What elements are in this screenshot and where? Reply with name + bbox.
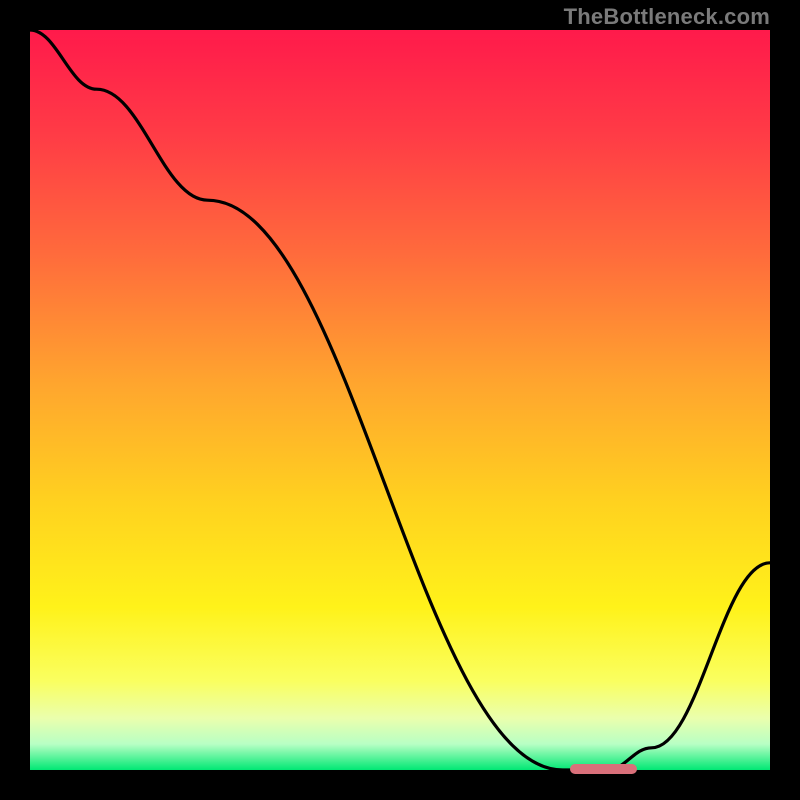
chart-container: TheBottleneck.com (0, 0, 800, 800)
plot-area (30, 30, 770, 770)
bottleneck-curve (30, 30, 770, 770)
optimal-range-marker (570, 764, 637, 774)
watermark-text: TheBottleneck.com (564, 4, 770, 30)
